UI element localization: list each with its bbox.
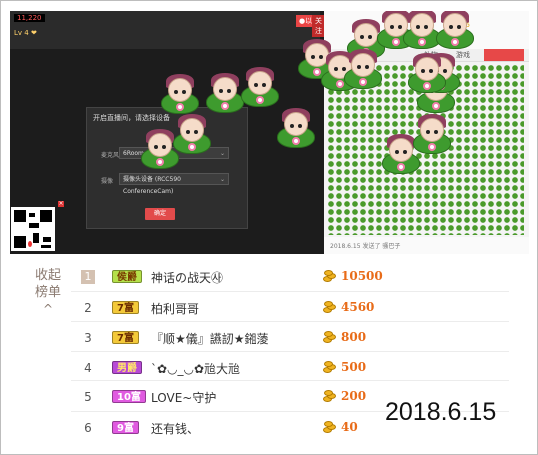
rank-number: 6	[84, 421, 92, 435]
zongzi-sticker-icon	[344, 49, 382, 89]
qr-code-icon	[11, 207, 55, 251]
room-id: 11,220	[14, 14, 45, 22]
rank-number: 4	[84, 361, 92, 375]
chevron-up-icon: ^	[42, 302, 54, 316]
chevron-down-icon: ⌄	[219, 150, 225, 157]
level-badge: 10富	[112, 390, 146, 403]
dialog-title: 开启直播间，请选择设备	[93, 114, 170, 122]
camera-select[interactable]: 摄像头设备 (RCC590 ConferenceCam) ⌄	[119, 173, 229, 195]
score-value: 10500	[341, 269, 383, 283]
score-value: 800	[341, 330, 367, 344]
level-badge: 9富	[112, 421, 139, 434]
zongzi-sticker-icon	[241, 67, 279, 107]
date-stamp: 2018.6.15	[385, 398, 497, 426]
coin-stack-icon	[322, 269, 338, 283]
user-name[interactable]: LOVE~守护	[151, 389, 216, 406]
chevron-down-icon: ⌄	[219, 176, 225, 183]
collapse-label-1: 收起	[34, 268, 61, 283]
zongzi-sticker-icon	[206, 73, 244, 113]
user-name[interactable]: 『顺★儀』讌訒★鎺蔆	[151, 330, 269, 347]
row-divider	[71, 291, 509, 292]
user-level: Lv 4 ❤	[14, 29, 37, 37]
user-name[interactable]: ˋ✿◡_◡✿兘大兘	[151, 360, 240, 377]
zongzi-sticker-icon	[161, 74, 199, 114]
user-name[interactable]: 柏利哥哥	[151, 300, 199, 317]
score-value: 500	[341, 360, 367, 374]
zongzi-sticker-icon	[413, 114, 451, 154]
coin-stack-icon	[322, 389, 338, 403]
score-value: 40	[341, 420, 358, 434]
rank-number: 2	[84, 301, 92, 315]
collapse-label-2: 榜单	[34, 285, 61, 300]
camera-label: 摄像	[101, 178, 114, 185]
collapse-ranking-button[interactable]: 收起 榜单 ^	[34, 267, 62, 318]
coin-stack-icon	[322, 420, 338, 434]
zongzi-sticker-icon	[436, 11, 474, 49]
zongzi-sticker-icon	[173, 114, 211, 154]
user-name[interactable]: 还有钱、	[151, 420, 199, 437]
row-divider	[71, 321, 509, 322]
level-badge: 侯爵	[112, 270, 142, 283]
zongzi-sticker-icon	[408, 53, 446, 93]
chat-action-button[interactable]	[484, 49, 524, 61]
user-name[interactable]: 神话の战天㉴	[151, 269, 223, 286]
coin-stack-icon	[322, 360, 338, 374]
camera-select-value: 摄像头设备 (RCC590 ConferenceCam)	[123, 176, 181, 195]
rank-number: 3	[84, 331, 92, 345]
rank-number: 5	[84, 390, 92, 404]
coin-stack-icon	[322, 330, 338, 344]
stream-header: 11,220 Lv 4 ❤ ●以 关注	[10, 11, 325, 49]
chat-footer: 2018.6.15 发送了 骚巴子	[324, 237, 529, 254]
zongzi-sticker-icon	[277, 108, 315, 148]
rank-number: 1	[81, 270, 95, 284]
score-value: 200	[341, 389, 367, 403]
live-stream-screenshot: 11,220 Lv 4 ❤ ●以 关注 开启直播间，请选择设备 麦克风 6Roo…	[10, 11, 529, 254]
row-divider	[71, 351, 509, 352]
level-badge: 7富	[112, 331, 139, 344]
coin-stack-icon	[322, 300, 338, 314]
screenshot-frame: 11,220 Lv 4 ❤ ●以 关注 开启直播间，请选择设备 麦克风 6Roo…	[0, 0, 538, 455]
mic-label: 麦克风	[101, 152, 120, 159]
level-badge: 男爵	[112, 361, 142, 374]
score-value: 4560	[341, 300, 375, 314]
row-divider	[71, 380, 509, 381]
level-badge: 7富	[112, 301, 139, 314]
close-icon[interactable]: ×	[58, 201, 64, 207]
confirm-button[interactable]: 确定	[145, 208, 175, 220]
